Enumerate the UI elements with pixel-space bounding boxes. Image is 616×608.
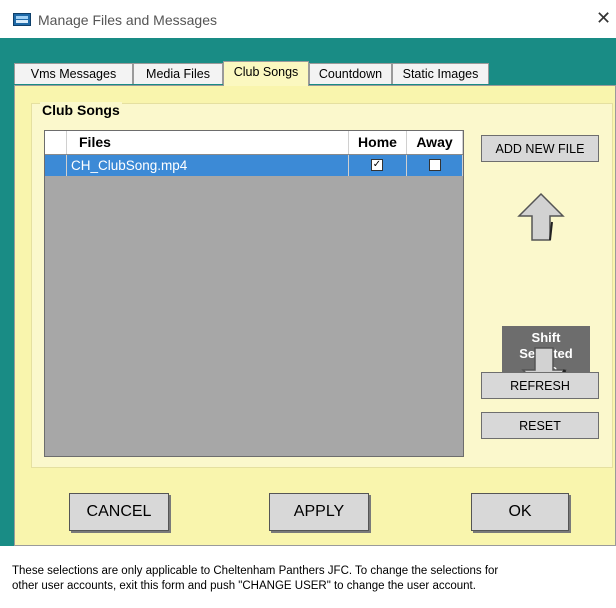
group-title: Club Songs [40, 102, 122, 118]
footer-line-1: These selections are only applicable to … [12, 565, 499, 577]
away-checkbox[interactable] [429, 159, 441, 171]
footer-text: These selections are only applicable to … [12, 564, 616, 594]
tab-media-files[interactable]: Media Files [133, 63, 223, 84]
shift-up-arrow-icon[interactable] [515, 192, 567, 242]
column-header-files[interactable]: Files [67, 131, 349, 154]
home-cell: ✓ [349, 155, 407, 176]
apply-button[interactable]: APPLY [269, 493, 369, 531]
reset-button[interactable]: RESET [481, 412, 599, 439]
tab-countdown[interactable]: Countdown [309, 63, 392, 84]
row-header-corner [45, 131, 67, 154]
refresh-button[interactable]: REFRESH [481, 372, 599, 399]
close-icon[interactable]: ✕ [596, 8, 611, 29]
window-body: Vms Messages Media Files Club Songs Coun… [0, 38, 616, 546]
footer-line-2: other user accounts, exit this form and … [12, 580, 476, 592]
tab-panel: Club Songs Files Home Away CH_ClubSong.m… [14, 85, 616, 546]
column-header-away[interactable]: Away [407, 131, 463, 154]
file-name-cell[interactable]: CH_ClubSong.mp4 [67, 155, 349, 176]
window-title: Manage Files and Messages [38, 12, 217, 28]
ok-button[interactable]: OK [471, 493, 569, 531]
tab-vms-messages[interactable]: Vms Messages [14, 63, 133, 84]
files-grid[interactable]: Files Home Away CH_ClubSong.mp4 ✓ [44, 130, 464, 457]
add-new-file-button[interactable]: ADD NEW FILE [481, 135, 599, 162]
tab-club-songs[interactable]: Club Songs [223, 61, 309, 86]
grid-header: Files Home Away [45, 131, 463, 155]
away-cell [407, 155, 463, 176]
tab-static-images[interactable]: Static Images [392, 63, 489, 84]
home-checkbox[interactable]: ✓ [371, 159, 383, 171]
table-row[interactable]: CH_ClubSong.mp4 ✓ [45, 155, 463, 176]
column-header-home[interactable]: Home [349, 131, 407, 154]
shift-label-line1: Shift [531, 330, 561, 345]
app-icon [13, 13, 31, 26]
row-selector[interactable] [45, 155, 67, 176]
title-bar: Manage Files and Messages ✕ [0, 0, 616, 38]
footer-note: These selections are only applicable to … [0, 546, 616, 608]
cancel-button[interactable]: CANCEL [69, 493, 169, 531]
